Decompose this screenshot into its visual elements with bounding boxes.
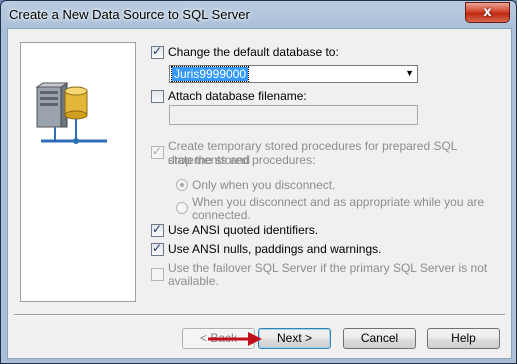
window-title: Create a New Data Source to SQL Server (9, 7, 250, 22)
ansi-quoted-label: Use ANSI quoted identifiers. (168, 223, 319, 237)
close-button[interactable]: x (465, 2, 510, 23)
radio-only-disconnect-label: Only when you disconnect. (192, 178, 336, 192)
ansi-nulls-label: Use ANSI nulls, paddings and warnings. (168, 242, 382, 256)
title-bar[interactable]: Create a New Data Source to SQL Server x (1, 1, 516, 29)
attach-db-filename-input[interactable] (169, 105, 418, 125)
ansi-nulls-checkbox[interactable] (151, 241, 164, 256)
default-database-value: Juris9999000 (170, 66, 250, 82)
ansi-quoted-checkbox[interactable] (151, 222, 164, 237)
failover-checkbox[interactable] (151, 268, 164, 281)
failover-label-line2: available. (168, 274, 219, 288)
change-default-db-checkbox[interactable] (151, 44, 164, 59)
help-button[interactable]: Help (427, 328, 500, 349)
button-separator (14, 314, 505, 316)
dialog-window: Create a New Data Source to SQL Server x (0, 0, 517, 364)
database-server-icon (35, 82, 107, 144)
red-arrow-annotation (208, 332, 262, 346)
temp-procs-checkbox[interactable] (151, 144, 164, 159)
illustration-panel (20, 42, 136, 302)
close-icon: x (483, 5, 492, 20)
radio-appropriate-label-line2: connected. (192, 208, 251, 222)
radio-only-disconnect[interactable] (176, 179, 188, 191)
next-button[interactable]: Next > (258, 328, 331, 349)
attach-db-label: Attach database filename: (168, 89, 307, 103)
radio-disconnect-appropriate[interactable] (176, 202, 188, 214)
default-database-combobox[interactable]: Juris9999000 ▼ (169, 65, 418, 83)
temp-procs-label-line2: drop the stored procedures: (168, 153, 316, 167)
dropdown-arrow-icon[interactable]: ▼ (405, 68, 414, 78)
dialog-client-area: Change the default database to: Juris999… (7, 28, 512, 359)
cancel-button[interactable]: Cancel (343, 328, 416, 349)
change-default-db-label: Change the default database to: (168, 45, 339, 59)
radio-appropriate-label-line1: When you disconnect and as appropriate w… (192, 195, 485, 209)
attach-db-checkbox[interactable] (151, 90, 164, 103)
failover-label-line1: Use the failover SQL Server if the prima… (168, 261, 488, 275)
